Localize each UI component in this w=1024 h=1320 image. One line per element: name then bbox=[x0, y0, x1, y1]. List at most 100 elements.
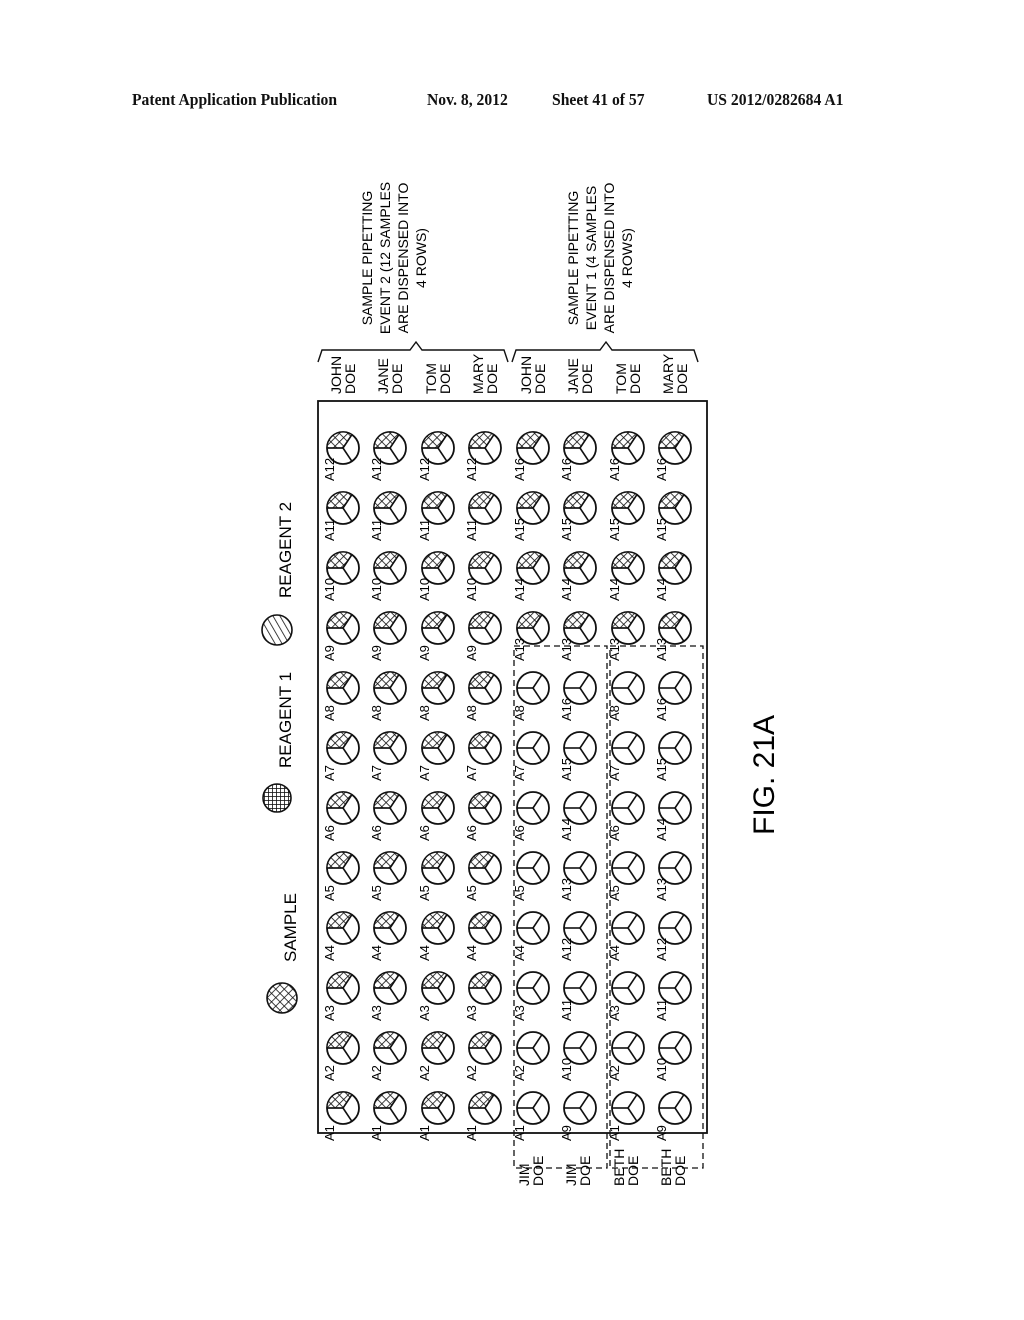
well-label: A14 bbox=[559, 578, 574, 601]
well: A16 bbox=[559, 431, 597, 481]
well-label: A9 bbox=[464, 645, 479, 661]
well-label: A13 bbox=[559, 638, 574, 661]
well: A9 bbox=[322, 611, 360, 661]
caption-line: ARE DISPENSED INTO bbox=[601, 183, 617, 334]
well: A15 bbox=[559, 491, 597, 541]
well-label: A16 bbox=[654, 698, 669, 721]
well-label: A15 bbox=[607, 518, 622, 541]
well-label: A5 bbox=[607, 885, 622, 901]
well: A5 bbox=[607, 851, 645, 901]
well: A14 bbox=[654, 791, 692, 841]
top-name-label: MARYDOE bbox=[470, 353, 500, 394]
well-label: A10 bbox=[322, 578, 337, 601]
well-label: A9 bbox=[559, 1125, 574, 1141]
event-1-group-jim bbox=[513, 645, 608, 1169]
well-label: A3 bbox=[512, 1005, 527, 1021]
well-label: A4 bbox=[322, 945, 337, 961]
well: A15 bbox=[512, 491, 550, 541]
last-name: DOE bbox=[389, 364, 405, 394]
last-name: DOE bbox=[579, 364, 595, 394]
bottom-name-label: JIMDOE bbox=[563, 1156, 593, 1186]
well-label: A7 bbox=[464, 765, 479, 781]
well-label: A7 bbox=[512, 765, 527, 781]
well-label: A13 bbox=[654, 638, 669, 661]
well-label: A2 bbox=[512, 1065, 527, 1081]
caption-line: ARE DISPENSED INTO bbox=[395, 183, 411, 334]
top-name-label: TOMDOE bbox=[613, 363, 643, 394]
last-name: DOE bbox=[532, 364, 548, 394]
well-label: A7 bbox=[322, 765, 337, 781]
well-label: A14 bbox=[559, 818, 574, 841]
well: A7 bbox=[417, 731, 455, 781]
well: A2 bbox=[369, 1031, 407, 1081]
well-label: A16 bbox=[559, 458, 574, 481]
well: A14 bbox=[607, 551, 645, 601]
well-label: A7 bbox=[607, 765, 622, 781]
well: A12 bbox=[369, 431, 407, 481]
well-label: A15 bbox=[512, 518, 527, 541]
well: A5 bbox=[417, 851, 455, 901]
well-label: A11 bbox=[369, 519, 384, 541]
well: A15 bbox=[607, 491, 645, 541]
legend-item-sample: SAMPLE bbox=[266, 893, 300, 1014]
legend-label: SAMPLE bbox=[281, 893, 300, 962]
well: A7 bbox=[369, 731, 407, 781]
legend-item-reagent-2: REAGENT 2 bbox=[261, 502, 295, 646]
well: A7 bbox=[607, 731, 645, 781]
well-label: A1 bbox=[512, 1125, 527, 1141]
well: A12 bbox=[417, 431, 455, 481]
well: A4 bbox=[512, 911, 550, 961]
well-label: A2 bbox=[369, 1065, 384, 1081]
well-label: A4 bbox=[607, 945, 622, 961]
crosshatch-icon bbox=[266, 982, 298, 1014]
well: A15 bbox=[654, 731, 692, 781]
well: A16 bbox=[654, 671, 692, 721]
well: A6 bbox=[322, 791, 360, 841]
well: A5 bbox=[322, 851, 360, 901]
well: A16 bbox=[654, 431, 692, 481]
well-label: A9 bbox=[417, 645, 432, 661]
event-2-caption: SAMPLE PIPETTING EVENT 2 (12 SAMPLES ARE D… bbox=[359, 182, 429, 334]
well: A14 bbox=[559, 551, 597, 601]
well-label: A11 bbox=[559, 999, 574, 1021]
last-name: DOE bbox=[484, 364, 500, 394]
last-name: DOE bbox=[530, 1156, 546, 1186]
figure-label: FIG. 21A bbox=[748, 715, 781, 835]
well-label: A1 bbox=[464, 1125, 479, 1141]
well: A10 bbox=[654, 1031, 692, 1081]
well-label: A8 bbox=[322, 705, 337, 721]
well: A6 bbox=[512, 791, 550, 841]
well-label: A8 bbox=[417, 705, 432, 721]
well: A13 bbox=[654, 851, 692, 901]
well-label: A14 bbox=[654, 578, 669, 601]
well-label: A12 bbox=[559, 938, 574, 961]
well: A3 bbox=[464, 971, 502, 1021]
well: A2 bbox=[322, 1031, 360, 1081]
well-label: A9 bbox=[654, 1125, 669, 1141]
well-label: A12 bbox=[322, 458, 337, 481]
well-label: A9 bbox=[369, 645, 384, 661]
well-label: A6 bbox=[322, 825, 337, 841]
well-label: A16 bbox=[607, 458, 622, 481]
well-label: A14 bbox=[654, 818, 669, 841]
well: A4 bbox=[322, 911, 360, 961]
well: A14 bbox=[559, 791, 597, 841]
well-label: A12 bbox=[464, 458, 479, 481]
well-label: A6 bbox=[607, 825, 622, 841]
well-label: A11 bbox=[322, 519, 337, 541]
well: A5 bbox=[512, 851, 550, 901]
top-name-label: JOHNDOE bbox=[518, 356, 548, 394]
well-label: A4 bbox=[417, 945, 432, 961]
legend-label: REAGENT 1 bbox=[276, 672, 295, 768]
well: A14 bbox=[654, 551, 692, 601]
well-label: A6 bbox=[464, 825, 479, 841]
well: A14 bbox=[512, 551, 550, 601]
well: A11 bbox=[654, 971, 692, 1021]
caption-line: SAMPLE PIPETTING bbox=[565, 191, 581, 326]
last-name: DOE bbox=[627, 364, 643, 394]
well: A10 bbox=[559, 1031, 597, 1081]
well: A12 bbox=[559, 911, 597, 961]
well: A4 bbox=[369, 911, 407, 961]
well-label: A5 bbox=[464, 885, 479, 901]
event-1-caption: SAMPLE PIPETTING EVENT 1 (4 SAMPLES ARE DI… bbox=[565, 183, 635, 334]
